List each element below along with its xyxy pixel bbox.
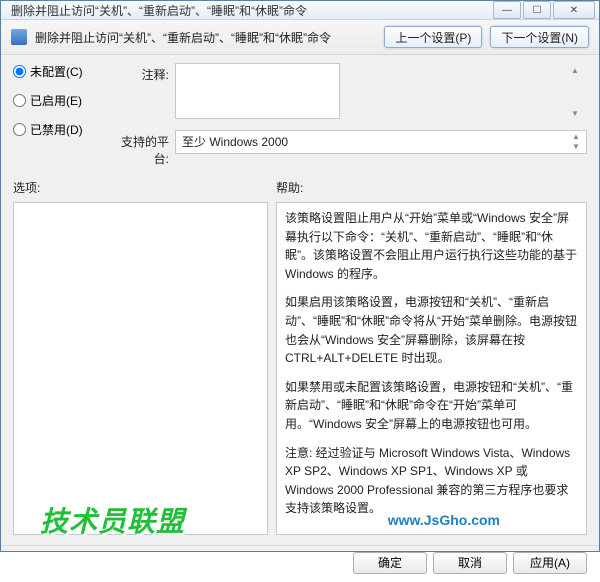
header-title: 删除并阻止访问“关机”、“重新启动”、“睡眠”和“休眠”命令: [35, 29, 376, 46]
radio-disabled[interactable]: 已禁用(D): [13, 121, 101, 138]
radio-not-configured-label: 未配置(C): [30, 63, 83, 80]
radio-enabled-input[interactable]: [13, 94, 26, 107]
upper-section: 未配置(C) 已启用(E) 已禁用(D) 注释: ▲▼: [13, 63, 587, 167]
help-label: 帮助:: [276, 179, 587, 196]
window-title: 删除并阻止访问“关机”、“重新启动”、“睡眠”和“休眠”命令: [5, 2, 493, 19]
close-button[interactable]: ✕: [553, 1, 595, 19]
comment-wrap: ▲▼: [175, 63, 587, 122]
footer: 确定 取消 应用(A): [1, 545, 599, 582]
radio-not-configured-input[interactable]: [13, 65, 26, 78]
comment-row: 注释: ▲▼: [111, 63, 587, 122]
body-area: 未配置(C) 已启用(E) 已禁用(D) 注释: ▲▼: [1, 55, 599, 545]
help-panel[interactable]: 该策略设置阻止用户从“开始”菜单或“Windows 安全”屏幕执行以下命令：“关…: [276, 202, 587, 535]
help-paragraph: 注意: 经过验证与 Microsoft Windows Vista、Window…: [285, 444, 578, 518]
fields-column: 注释: ▲▼ 支持的平台: 至少 Windows 2000 ▲▼: [111, 63, 587, 167]
window-controls: — ☐ ✕: [493, 1, 595, 19]
comment-input[interactable]: [175, 63, 340, 119]
radio-not-configured[interactable]: 未配置(C): [13, 63, 101, 80]
ok-button[interactable]: 确定: [353, 552, 427, 574]
comment-scroll-arrows[interactable]: ▲▼: [571, 67, 583, 118]
section-labels: 选项: 帮助:: [13, 179, 587, 196]
next-setting-button[interactable]: 下一个设置(N): [490, 26, 589, 48]
header-row: 删除并阻止访问“关机”、“重新启动”、“睡眠”和“休眠”命令 上一个设置(P) …: [1, 20, 599, 55]
window: 删除并阻止访问“关机”、“重新启动”、“睡眠”和“休眠”命令 — ☐ ✕ 删除并…: [0, 0, 600, 552]
policy-icon: [11, 29, 27, 45]
platform-scroll-arrows[interactable]: ▲▼: [572, 133, 584, 151]
options-panel[interactable]: [13, 202, 268, 535]
platform-label: 支持的平台:: [111, 130, 169, 167]
previous-setting-button[interactable]: 上一个设置(P): [384, 26, 482, 48]
radio-enabled-label: 已启用(E): [30, 92, 82, 109]
apply-button[interactable]: 应用(A): [513, 552, 587, 574]
radio-enabled[interactable]: 已启用(E): [13, 92, 101, 109]
radio-disabled-label: 已禁用(D): [30, 121, 83, 138]
state-radio-group: 未配置(C) 已启用(E) 已禁用(D): [13, 63, 101, 138]
options-label: 选项:: [13, 179, 276, 196]
maximize-button[interactable]: ☐: [523, 1, 551, 19]
minimize-button[interactable]: —: [493, 1, 521, 19]
cancel-button[interactable]: 取消: [433, 552, 507, 574]
help-paragraph: 如果禁用或未配置该策略设置，电源按钮和“关机”、“重新启动”、“睡眠”和“休眠”…: [285, 378, 578, 434]
help-paragraph: 如果启用该策略设置，电源按钮和“关机”、“重新启动”、“睡眠”和“休眠”命令将从…: [285, 293, 578, 367]
titlebar: 删除并阻止访问“关机”、“重新启动”、“睡眠”和“休眠”命令 — ☐ ✕: [1, 1, 599, 20]
comment-label: 注释:: [111, 63, 169, 122]
help-paragraph: 该策略设置阻止用户从“开始”菜单或“Windows 安全”屏幕执行以下命令：“关…: [285, 209, 578, 283]
platform-box: 至少 Windows 2000 ▲▼: [175, 130, 587, 154]
panels-row: 该策略设置阻止用户从“开始”菜单或“Windows 安全”屏幕执行以下命令：“关…: [13, 202, 587, 535]
platform-value: 至少 Windows 2000: [182, 133, 288, 150]
radio-disabled-input[interactable]: [13, 123, 26, 136]
platform-row: 支持的平台: 至少 Windows 2000 ▲▼: [111, 130, 587, 167]
